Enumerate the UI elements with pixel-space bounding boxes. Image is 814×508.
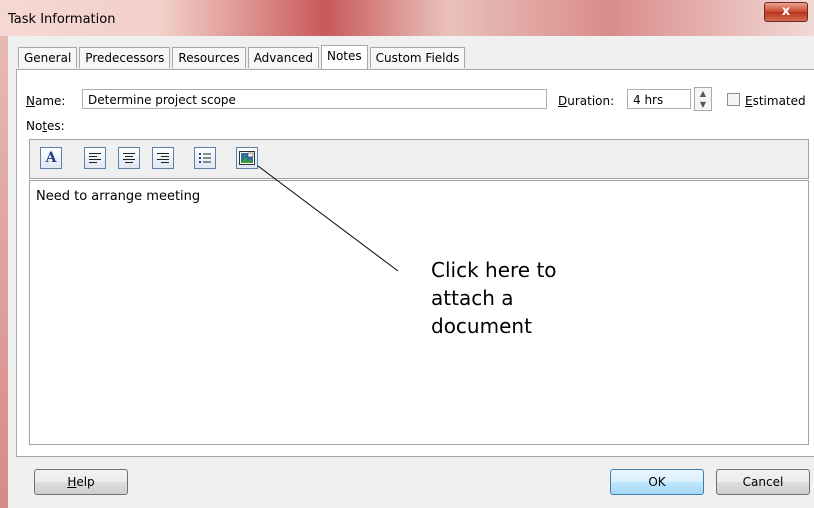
font-button[interactable]: A	[40, 147, 62, 169]
estimated-label: Estimated	[745, 94, 806, 108]
duration-label: Duration:	[558, 94, 615, 108]
insert-object-button[interactable]	[236, 147, 258, 169]
notes-text: Need to arrange meeting	[36, 189, 201, 204]
window-frame-edge	[0, 36, 8, 508]
align-right-icon	[157, 153, 169, 163]
align-left-icon	[89, 153, 101, 163]
insert-object-icon	[239, 151, 255, 165]
tab-advanced[interactable]: Advanced	[247, 47, 319, 68]
help-button[interactable]: Help	[34, 469, 128, 495]
estimated-checkbox[interactable]	[727, 93, 740, 106]
duration-spinner[interactable]: ▲ ▼	[694, 87, 712, 111]
name-field[interactable]: Determine project scope	[82, 89, 547, 109]
annotation-line-3: document	[431, 314, 532, 338]
notes-label: Notes:	[26, 119, 65, 133]
align-left-button[interactable]	[84, 147, 106, 169]
task-information-dialog: Task Information x General Predecessors …	[0, 0, 814, 508]
close-button[interactable]: x	[764, 2, 808, 22]
annotation-callout: Click here to attach a document	[431, 256, 557, 340]
notes-text-area[interactable]: Need to arrange meeting	[29, 180, 809, 445]
tab-predecessors[interactable]: Predecessors	[79, 47, 171, 68]
tab-resources[interactable]: Resources	[172, 47, 246, 68]
font-icon: A	[45, 150, 57, 166]
bullet-list-icon	[199, 153, 211, 163]
tab-custom-fields[interactable]: Custom Fields	[369, 47, 466, 68]
tab-notes[interactable]: Notes	[320, 45, 368, 69]
spin-down-icon[interactable]: ▼	[695, 99, 711, 110]
cancel-button[interactable]: Cancel	[716, 469, 810, 495]
align-center-button[interactable]	[118, 147, 140, 169]
bullet-list-button[interactable]	[194, 147, 216, 169]
annotation-line-2: attach a	[431, 286, 514, 310]
name-label: Name:	[26, 94, 66, 108]
align-right-button[interactable]	[152, 147, 174, 169]
title-bar[interactable]: Task Information x	[0, 0, 814, 36]
annotation-line-1: Click here to	[431, 258, 557, 282]
close-icon: x	[781, 4, 791, 19]
notes-toolbar: A	[29, 139, 809, 179]
tab-general[interactable]: General	[18, 47, 78, 68]
spin-up-icon[interactable]: ▲	[695, 88, 711, 99]
align-center-icon	[123, 153, 135, 163]
tab-strip: General Predecessors Resources Advanced …	[18, 45, 467, 69]
duration-field[interactable]: 4 hrs	[627, 89, 691, 109]
ok-button[interactable]: OK	[610, 469, 704, 495]
window-title: Task Information	[8, 12, 116, 27]
